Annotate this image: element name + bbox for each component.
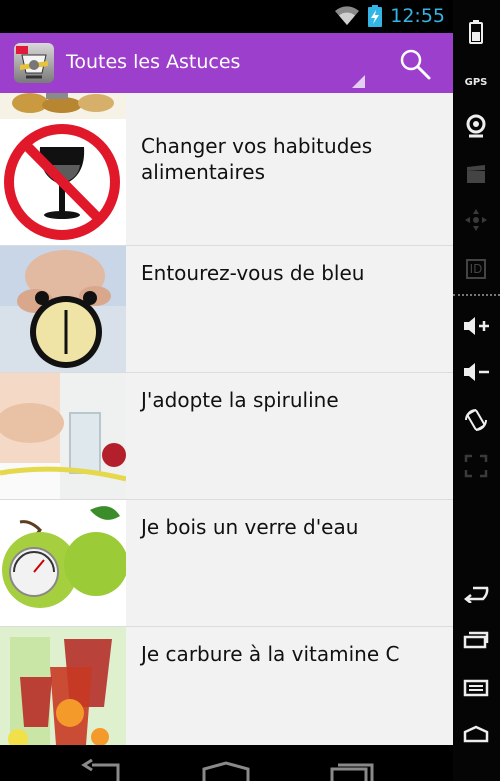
tips-list[interactable]: Changer vos habitudes alimentaires Entou… (0, 93, 453, 745)
action-bar: Toutes les Astuces (0, 33, 453, 93)
volume-down-button[interactable] (461, 358, 491, 386)
status-bar: 12:55 (0, 0, 453, 33)
camera-button[interactable] (461, 112, 491, 140)
panel-divider (453, 294, 500, 296)
screen-title[interactable]: Toutes les Astuces (66, 51, 240, 73)
dpad-icon (461, 206, 491, 234)
list-item-title: Je bois un verre d'eau (141, 515, 359, 539)
back-icon (463, 586, 489, 603)
gps-button[interactable]: GPS (461, 68, 491, 96)
wifi-icon (335, 6, 360, 26)
gps-icon: GPS (464, 76, 488, 88)
resize-icon (461, 452, 491, 480)
dropdown-indicator-icon[interactable] (352, 75, 365, 88)
home-icon (463, 725, 489, 743)
rotate-button[interactable] (461, 406, 491, 434)
bottom-navigation-bar (0, 745, 453, 781)
device-screen: 12:55 Toutes les Astuces Changer vos hab… (0, 0, 453, 745)
list-item-thumbnail (0, 93, 126, 119)
clapperboard-icon (461, 160, 491, 188)
rotate-icon (465, 409, 487, 431)
list-item-thumbnail (0, 627, 126, 745)
list-item-title: Je carbure à la vitamine C (141, 642, 400, 666)
status-clock: 12:55 (390, 5, 445, 27)
recent-apps-button[interactable] (461, 626, 491, 654)
volume-down-icon (464, 363, 489, 381)
recent-apps-icon[interactable] (330, 761, 374, 781)
list-item[interactable] (0, 93, 453, 120)
app-logo-icon[interactable] (14, 43, 54, 83)
back-button[interactable] (461, 580, 491, 608)
volume-up-button[interactable] (461, 312, 491, 340)
list-item-title: Changer vos habitudes alimentaires (141, 134, 373, 184)
camera-icon (466, 114, 486, 138)
menu-icon (463, 679, 489, 697)
list-item[interactable]: J'adopte la spiruline (0, 373, 453, 500)
id-button[interactable]: ID (461, 255, 491, 283)
list-item[interactable]: Je bois un verre d'eau (0, 500, 453, 627)
home-icon[interactable] (202, 761, 250, 781)
list-item-thumbnail (0, 119, 126, 245)
list-item-thumbnail (0, 373, 126, 499)
battery-charging-icon (368, 5, 383, 27)
volume-up-icon (464, 317, 489, 335)
list-item-thumbnail (0, 246, 126, 372)
emulator-side-panel: GPS ID (453, 0, 500, 781)
home-button[interactable] (461, 720, 491, 748)
back-icon[interactable] (78, 759, 122, 781)
list-item[interactable]: Changer vos habitudes alimentaires (0, 119, 453, 246)
list-item-title: J'adopte la spiruline (141, 388, 339, 412)
recent-apps-icon (463, 631, 489, 649)
battery-icon (461, 18, 491, 46)
status-icons: 12:55 (334, 5, 445, 27)
search-button[interactable] (398, 47, 432, 81)
menu-button[interactable] (461, 674, 491, 702)
id-icon: ID (465, 259, 487, 279)
list-item-title: Entourez-vous de bleu (141, 261, 365, 285)
list-item-thumbnail (0, 500, 126, 626)
list-item[interactable]: Entourez-vous de bleu (0, 246, 453, 373)
list-item[interactable]: Je carbure à la vitamine C (0, 627, 453, 745)
search-icon (400, 49, 431, 80)
